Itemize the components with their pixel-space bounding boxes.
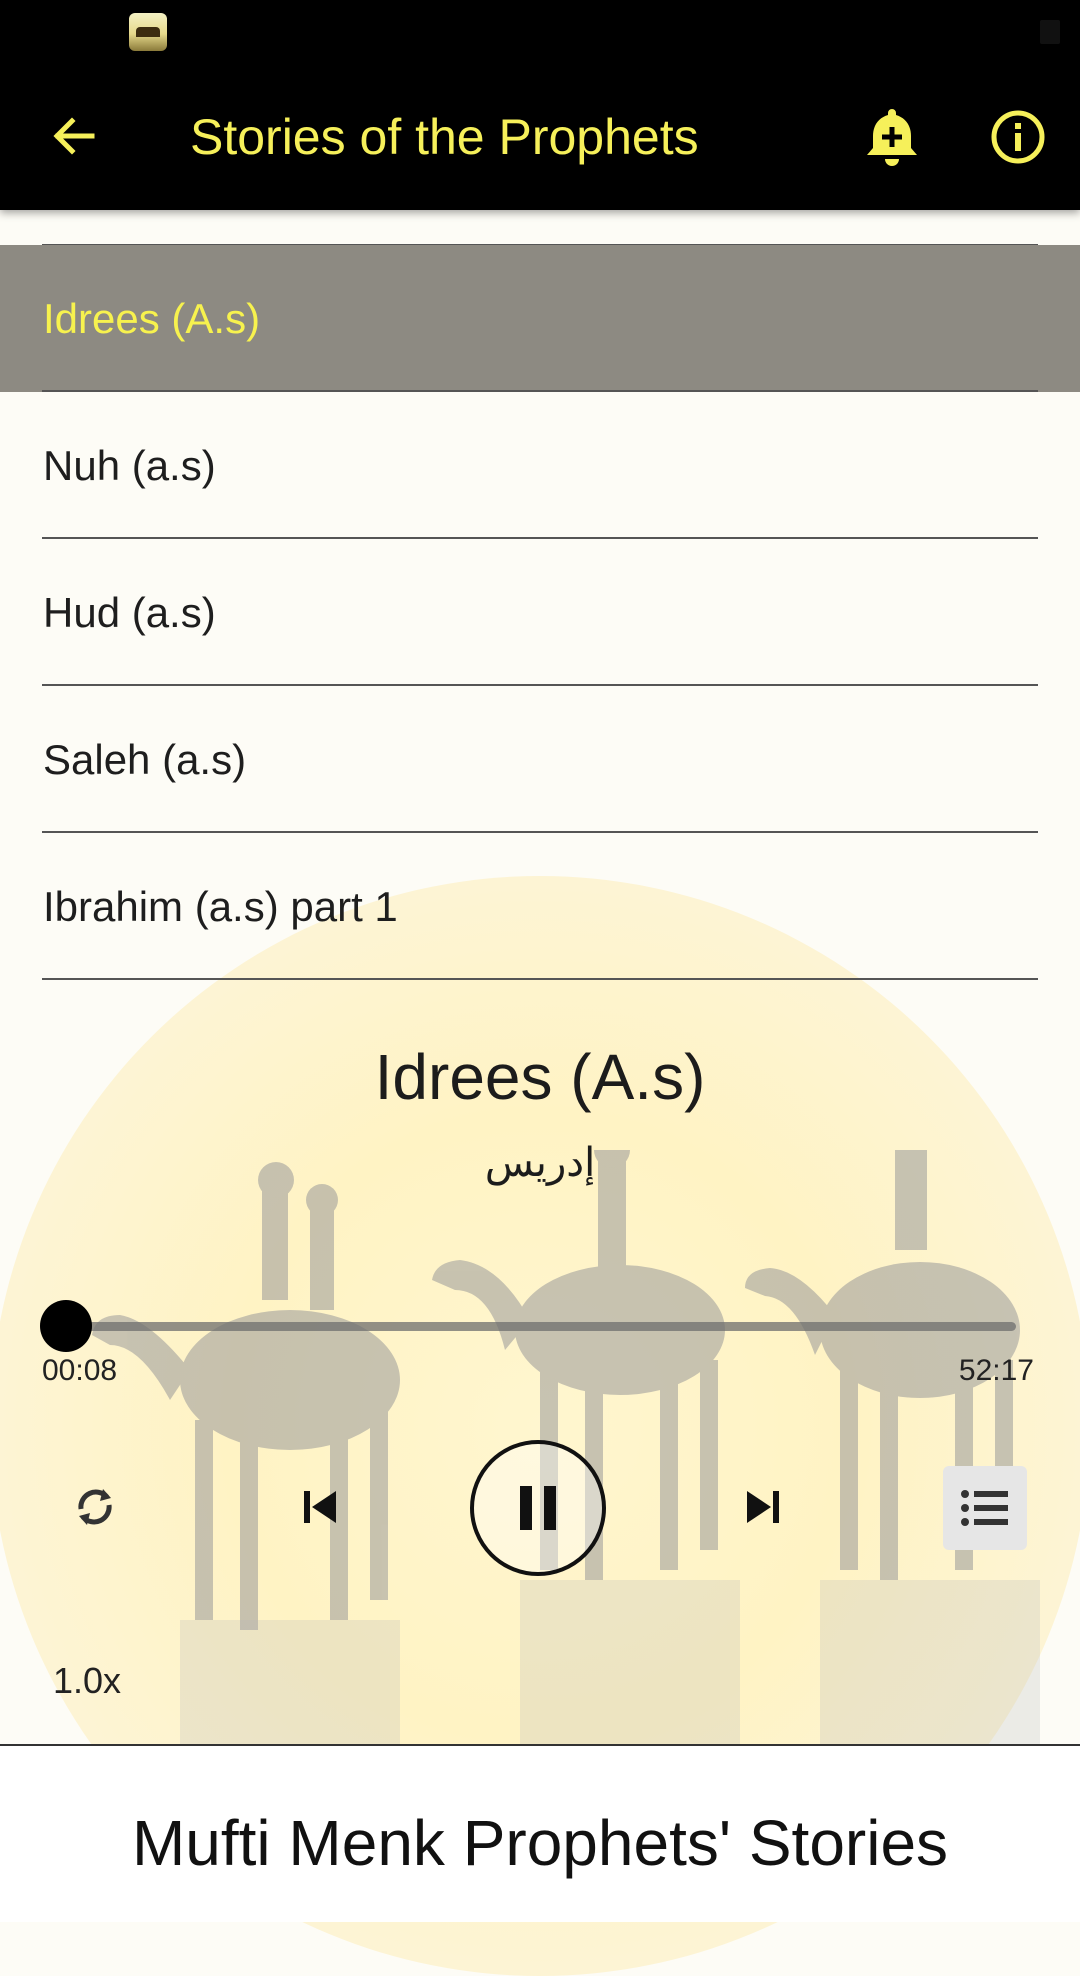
elapsed-time: 00:08	[42, 1354, 118, 1387]
list-item[interactable]: Ibrahim (a.s) part 1	[0, 833, 1080, 980]
now-playing-title: Idrees (A.s)	[374, 1041, 706, 1113]
page-title: Stories of the Prophets	[190, 109, 699, 165]
footer-banner: Mufti Menk Prophets' Stories	[0, 1744, 1080, 1922]
info-circle-icon	[991, 110, 1045, 164]
skip-next-icon	[747, 1491, 779, 1523]
total-time: 52:17	[958, 1354, 1034, 1387]
back-button[interactable]	[44, 106, 104, 166]
list-item-label: Saleh (a.s)	[43, 735, 247, 783]
repeat-button[interactable]	[60, 1472, 130, 1542]
playback-speed-button[interactable]: 1.0x	[53, 1660, 121, 1702]
repeat-icon	[78, 1489, 112, 1525]
list-item[interactable]: Saleh (a.s)	[0, 686, 1080, 833]
list-item[interactable]: Idrees (A.s)	[0, 245, 1080, 392]
app-notification-icon	[129, 13, 167, 51]
list-item-label: Ibrahim (a.s) part 1	[43, 882, 398, 930]
seek-bar[interactable]	[64, 1322, 1016, 1331]
divider	[42, 978, 1038, 980]
status-bar	[0, 0, 1080, 63]
list-item-label: Nuh (a.s)	[43, 441, 216, 489]
list-item-label: Hud (a.s)	[43, 588, 216, 636]
skip-previous-icon	[304, 1491, 336, 1523]
track-list: Idrees (A.s) Nuh (a.s) Hud (a.s) Saleh (…	[0, 210, 1080, 980]
playlist-button[interactable]	[943, 1466, 1027, 1550]
list-icon	[961, 1490, 1008, 1526]
list-item[interactable]: Hud (a.s)	[0, 539, 1080, 686]
list-item-label: Idrees (A.s)	[43, 294, 261, 342]
previous-button[interactable]	[285, 1472, 355, 1542]
info-button[interactable]	[986, 103, 1050, 171]
next-button[interactable]	[728, 1472, 798, 1542]
list-item[interactable]: Nuh (a.s)	[0, 392, 1080, 539]
status-indicator-icon	[1040, 20, 1060, 44]
footer-text: Mufti Menk Prophets' Stories	[131, 1807, 949, 1879]
arrow-left-icon	[53, 117, 95, 155]
add-reminder-button[interactable]	[860, 103, 924, 171]
app-bar: Stories of the Prophets	[0, 63, 1080, 210]
now-playing-subtitle: إدريس	[484, 1140, 596, 1186]
pause-icon	[520, 1486, 556, 1530]
bell-plus-icon	[867, 109, 917, 166]
pause-button[interactable]	[470, 1440, 606, 1576]
